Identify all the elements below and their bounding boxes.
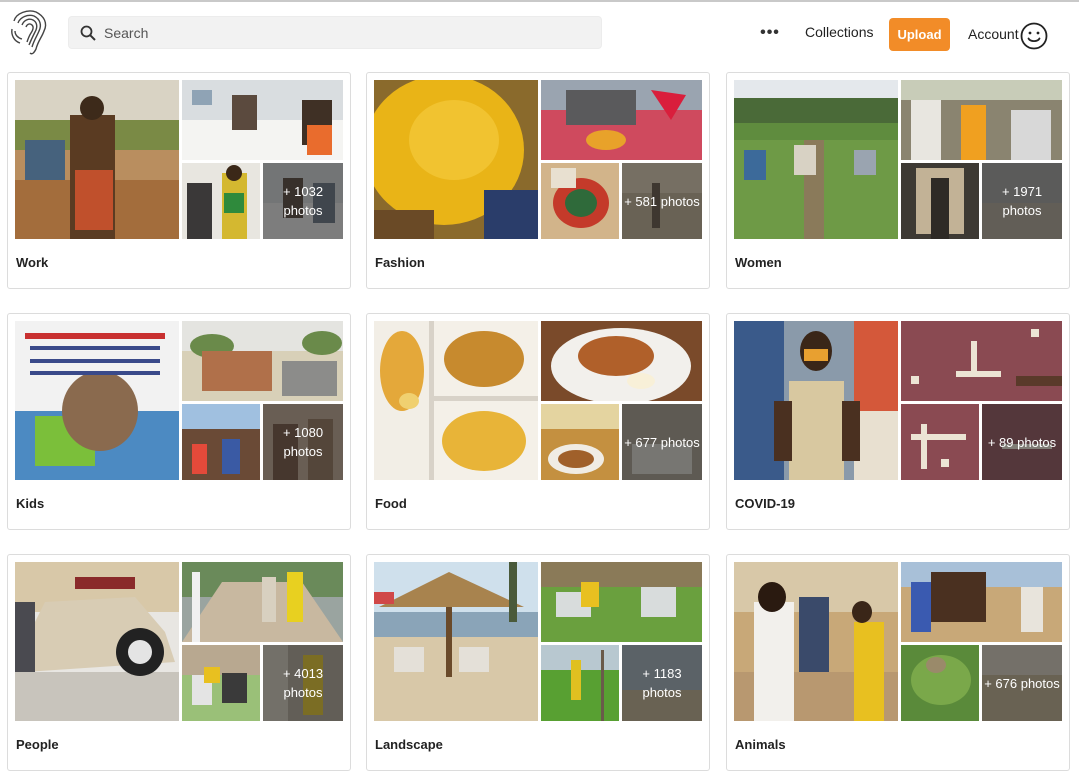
preview-photo: [182, 645, 260, 721]
cover-photo: [374, 80, 538, 239]
cover-photo: [15, 562, 179, 721]
photo-count: + 1183 photos: [622, 645, 702, 721]
collection-title: Fashion: [375, 255, 425, 270]
collection-title: Food: [375, 496, 407, 511]
photo-count: + 676 photos: [982, 645, 1062, 721]
preview-photo: [182, 80, 343, 160]
collection-card-women[interactable]: + 1971 photos Women: [726, 72, 1070, 289]
more-menu-button[interactable]: •••: [758, 21, 782, 45]
photo-count: + 1971 photos: [982, 163, 1062, 239]
top-bar: ••• Collections Upload Account: [0, 2, 1079, 66]
photo-count: + 1032 photos: [263, 163, 343, 239]
collection-title: Landscape: [375, 737, 443, 752]
collection-card-landscape[interactable]: + 1183 photos Landscape: [366, 554, 710, 771]
preview-photo: [901, 645, 979, 721]
account-avatar-icon[interactable]: [1020, 22, 1048, 50]
preview-photo: [901, 404, 979, 480]
preview-photo-count: + 677 photos: [622, 404, 702, 480]
preview-photo: [541, 163, 619, 239]
preview-photo-count: + 1183 photos: [622, 645, 702, 721]
search-bar[interactable]: [68, 16, 602, 49]
cover-photo: [734, 321, 898, 480]
preview-photo: [541, 80, 702, 160]
preview-photo: [182, 321, 343, 401]
collection-card-work[interactable]: + 1032 photos Work: [7, 72, 351, 289]
photo-count: + 4013 photos: [263, 645, 343, 721]
logo-icon[interactable]: [6, 7, 52, 57]
preview-photo-count: + 676 photos: [982, 645, 1062, 721]
collection-title: Kids: [16, 496, 45, 511]
preview-photo: [901, 80, 1062, 160]
collections-link[interactable]: Collections: [805, 24, 873, 40]
collection-card-people[interactable]: + 4013 photos People: [7, 554, 351, 771]
preview-photo-count: + 1032 photos: [263, 163, 343, 239]
preview-photo: [541, 562, 702, 642]
collection-card-covid-19[interactable]: + 89 photos COVID-19: [726, 313, 1070, 530]
preview-photo-count: + 89 photos: [982, 404, 1062, 480]
photo-count: + 677 photos: [622, 404, 702, 480]
collection-card-kids[interactable]: + 1080 photos Kids: [7, 313, 351, 530]
preview-photo: [901, 562, 1062, 642]
cover-photo: [734, 80, 898, 239]
upload-button[interactable]: Upload: [889, 18, 950, 51]
collection-title: Animals: [735, 737, 786, 752]
collection-card-fashion[interactable]: + 581 photos Fashion: [366, 72, 710, 289]
cover-photo: [374, 562, 538, 721]
preview-photo: [901, 321, 1062, 401]
preview-photo: [541, 645, 619, 721]
preview-photo: [182, 163, 260, 239]
preview-photo: [901, 163, 979, 239]
collection-title: Women: [735, 255, 782, 270]
preview-photo: [182, 404, 260, 480]
preview-photo-count: + 581 photos: [622, 163, 702, 239]
photo-count: + 581 photos: [622, 163, 702, 239]
collection-title: Work: [16, 255, 49, 270]
collection-title: People: [16, 737, 59, 752]
cover-photo: [15, 80, 179, 239]
search-icon: [80, 25, 96, 41]
search-input[interactable]: [104, 24, 584, 41]
cover-photo: [374, 321, 538, 480]
cover-photo: [734, 562, 898, 721]
photo-count: + 89 photos: [982, 404, 1062, 480]
cover-photo: [15, 321, 179, 480]
collection-title: COVID-19: [735, 496, 795, 511]
preview-photo: [182, 562, 343, 642]
preview-photo-count: + 1971 photos: [982, 163, 1062, 239]
collection-card-food[interactable]: + 677 photos Food: [366, 313, 710, 530]
preview-photo-count: + 4013 photos: [263, 645, 343, 721]
account-link[interactable]: Account: [968, 26, 1019, 42]
preview-photo: [541, 321, 702, 401]
preview-photo: [541, 404, 619, 480]
photo-count: + 1080 photos: [263, 404, 343, 480]
preview-photo-count: + 1080 photos: [263, 404, 343, 480]
collection-card-animals[interactable]: + 676 photos Animals: [726, 554, 1070, 771]
